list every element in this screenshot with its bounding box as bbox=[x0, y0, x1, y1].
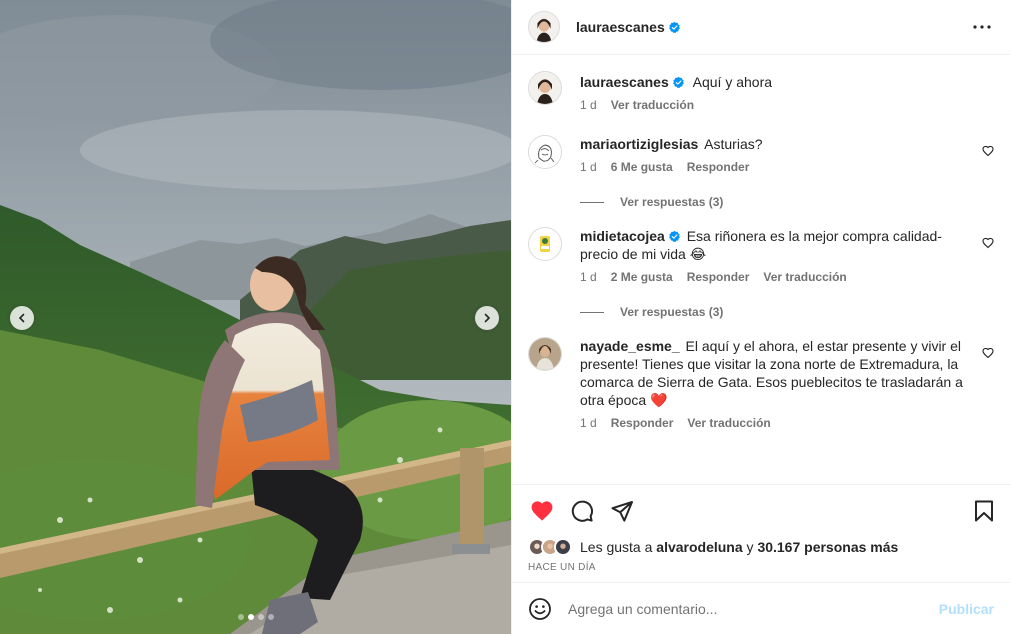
caption-text: Aquí y ahora bbox=[692, 74, 773, 90]
avatar[interactable] bbox=[528, 227, 562, 261]
verified-badge-icon bbox=[668, 21, 680, 33]
comment-time[interactable]: 1 d bbox=[580, 97, 597, 113]
comment-button[interactable] bbox=[568, 497, 596, 525]
likes-summary[interactable]: Les gusta a alvarodeluna y 30.167 person… bbox=[512, 536, 1010, 558]
view-replies-button[interactable]: Ver respuestas (3) bbox=[580, 305, 994, 319]
verified-badge-icon bbox=[672, 76, 684, 88]
heart-outline-icon[interactable] bbox=[982, 145, 994, 157]
author-avatar-image bbox=[529, 72, 561, 104]
commenter-avatar-image bbox=[529, 136, 561, 168]
carousel-dot bbox=[267, 614, 274, 620]
post-details-panel: lauraescanes lauraescanes Aquí y ahora 1… bbox=[511, 0, 1010, 634]
comment-input[interactable] bbox=[568, 600, 939, 617]
see-translation-link[interactable]: Ver traducción bbox=[687, 415, 770, 431]
bookmark-icon bbox=[975, 500, 993, 521]
verified-badge-icon bbox=[668, 230, 680, 242]
share-icon bbox=[611, 500, 633, 522]
comment-item: mariaortiziglesias Asturias? 1 d 6 Me gu… bbox=[528, 135, 994, 175]
post-actions-bar bbox=[512, 484, 1010, 536]
chevron-right-icon bbox=[484, 313, 491, 323]
likes-prefix: Les gusta a bbox=[580, 539, 653, 555]
heart-filled-icon bbox=[531, 500, 553, 521]
see-translation-link[interactable]: Ver traducción bbox=[611, 97, 694, 113]
author-username[interactable]: lauraescanes bbox=[576, 19, 665, 35]
reply-button[interactable]: Responder bbox=[687, 269, 750, 285]
heart-outline-icon[interactable] bbox=[982, 347, 994, 359]
liker-avatar-image bbox=[556, 540, 570, 554]
avatar bbox=[554, 538, 572, 556]
comment-item: midietacojea Esa riñonera es la mejor co… bbox=[528, 227, 994, 285]
comments-list: lauraescanes Aquí y ahora 1 d Ver traduc… bbox=[512, 55, 1010, 484]
previous-photo-button[interactable] bbox=[10, 306, 34, 330]
carousel-dot-active bbox=[247, 614, 254, 620]
next-photo-button[interactable] bbox=[475, 306, 499, 330]
comment-meta: 1 d 6 Me gusta Responder bbox=[580, 159, 972, 175]
likers-avatars bbox=[528, 538, 572, 556]
replies-divider bbox=[580, 311, 604, 313]
likes-others-count[interactable]: 30.167 personas más bbox=[757, 539, 898, 555]
replies-divider bbox=[580, 201, 604, 203]
likes-connector: y bbox=[746, 539, 754, 555]
avatar[interactable] bbox=[528, 135, 562, 169]
carousel-indicator bbox=[0, 614, 511, 620]
reply-button[interactable]: Responder bbox=[611, 415, 674, 431]
reply-button[interactable]: Responder bbox=[687, 159, 750, 175]
view-replies-label: Ver respuestas (3) bbox=[620, 305, 724, 319]
comment-meta: 1 d Responder Ver traducción bbox=[580, 415, 972, 431]
more-horizontal-icon bbox=[973, 25, 991, 29]
view-replies-button[interactable]: Ver respuestas (3) bbox=[580, 195, 994, 209]
post-caption: lauraescanes Aquí y ahora 1 d Ver traduc… bbox=[528, 71, 994, 113]
comment-item: nayade_esme_ El aquí y el ahora, el esta… bbox=[528, 337, 994, 431]
commenter-avatar-image bbox=[529, 338, 561, 370]
instagram-post-modal: lauraescanes lauraescanes Aquí y ahora 1… bbox=[0, 0, 1010, 634]
view-replies-label: Ver respuestas (3) bbox=[620, 195, 724, 209]
avatar[interactable] bbox=[528, 71, 562, 105]
commenter-avatar-image bbox=[529, 228, 561, 260]
liker-username[interactable]: alvarodeluna bbox=[656, 539, 742, 555]
caption-username[interactable]: lauraescanes bbox=[580, 74, 669, 90]
comment-text: Asturias? bbox=[704, 136, 763, 152]
share-button[interactable] bbox=[608, 497, 636, 525]
save-button[interactable] bbox=[970, 497, 998, 525]
comment-likes-count[interactable]: 2 Me gusta bbox=[611, 269, 673, 285]
comment-time[interactable]: 1 d bbox=[580, 159, 597, 175]
comment-username[interactable]: mariaortiziglesias bbox=[580, 136, 698, 152]
post-photo[interactable] bbox=[0, 0, 511, 634]
carousel-dot bbox=[257, 614, 264, 620]
comment-time[interactable]: 1 d bbox=[580, 415, 597, 431]
post-header: lauraescanes bbox=[512, 0, 1010, 55]
add-comment-bar: Publicar bbox=[512, 582, 1010, 634]
comment-likes-count[interactable]: 6 Me gusta bbox=[611, 159, 673, 175]
comment-meta: 1 d 2 Me gusta Responder Ver traducción bbox=[580, 269, 972, 285]
like-button[interactable] bbox=[528, 497, 556, 525]
heart-outline-icon[interactable] bbox=[982, 237, 994, 249]
comment-icon bbox=[571, 500, 593, 522]
author-avatar-image bbox=[529, 12, 559, 42]
post-timestamp[interactable]: HACE UN DÍA bbox=[512, 558, 1010, 582]
see-translation-link[interactable]: Ver traducción bbox=[763, 269, 846, 285]
avatar[interactable] bbox=[528, 337, 562, 371]
comment-username[interactable]: nayade_esme_ bbox=[580, 338, 680, 354]
more-options-button[interactable] bbox=[970, 15, 994, 39]
emoji-icon[interactable] bbox=[528, 597, 552, 621]
likes-text: Les gusta a alvarodeluna y 30.167 person… bbox=[580, 539, 898, 555]
comment-time[interactable]: 1 d bbox=[580, 269, 597, 285]
publish-button[interactable]: Publicar bbox=[939, 601, 994, 617]
caption-meta: 1 d Ver traducción bbox=[580, 97, 972, 113]
chevron-left-icon bbox=[18, 313, 25, 323]
avatar[interactable] bbox=[528, 11, 560, 43]
comment-username[interactable]: midietacojea bbox=[580, 228, 665, 244]
carousel-dot bbox=[237, 614, 244, 620]
landscape-photo bbox=[0, 0, 511, 634]
